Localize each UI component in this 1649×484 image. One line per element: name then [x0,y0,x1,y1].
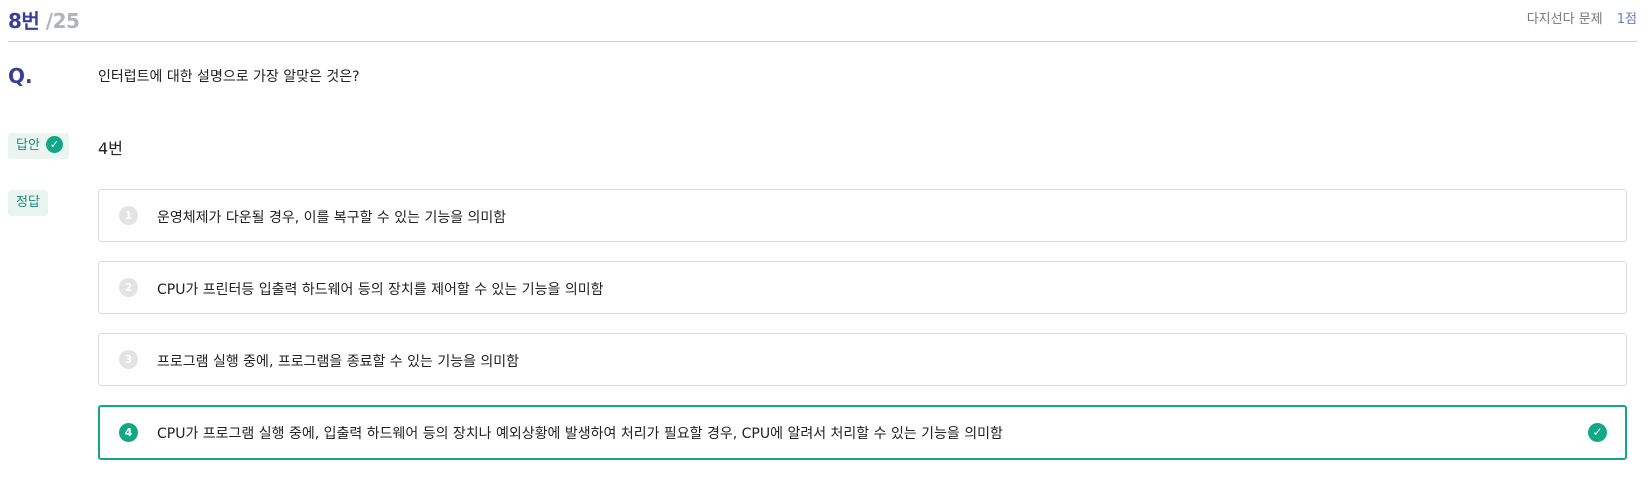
question-total: /25 [45,9,80,33]
submitted-answer-tag-label: 답안 [16,138,40,153]
choice-option-4[interactable]: 4 CPU가 프로그램 실행 중에, 입출력 하드웨어 등의 장치나 예외상황에… [98,405,1627,460]
choice-option-3[interactable]: 3 프로그램 실행 중에, 프로그램을 종료할 수 있는 기능을 의미함 [98,333,1627,386]
choice-number-badge: 2 [119,278,138,297]
choice-text: CPU가 프로그램 실행 중에, 입출력 하드웨어 등의 장치나 예외상황에 발… [157,426,1003,442]
choice-number-badge: 3 [119,350,138,369]
check-circle-icon: ✓ [45,136,63,153]
choice-option-2[interactable]: 2 CPU가 프린터등 입출력 하드웨어 등의 장치를 제어할 수 있는 기능을… [98,261,1627,314]
choice-number-badge: 1 [119,206,138,225]
question-label: Q. [8,64,33,88]
choice-number-badge: 4 [119,423,138,442]
question-current-number: 8번 [8,9,40,33]
choice-option-1[interactable]: 1 운영체제가 다운될 경우, 이를 복구할 수 있는 기능을 의미함 [98,189,1627,242]
choice-text: 프로그램 실행 중에, 프로그램을 종료할 수 있는 기능을 의미함 [157,354,520,370]
question-text: 인터럽트에 대한 설명으로 가장 알맞은 것은? [98,69,360,85]
question-points: 1점 [1616,12,1637,27]
check-circle-icon: ✓ [1588,423,1607,442]
question-header: 8번 /25 다지선다 문제 1점 [8,0,1637,42]
quiz-review-page: 8번 /25 다지선다 문제 1점 Q. 인터럽트에 대한 설명으로 가장 알맞… [0,0,1649,484]
correct-answer-tag: 정답 [8,190,48,216]
choice-text: CPU가 프린터등 입출력 하드웨어 등의 장치를 제어할 수 있는 기능을 의… [157,282,604,298]
question-meta: 다지선다 문제 1점 [1527,8,1637,27]
submitted-answer-tag: 답안 ✓ [8,133,69,159]
submitted-answer-value: 4번 [98,139,123,158]
question-number: 8번 /25 [8,5,80,34]
choice-text: 운영체제가 다운될 경우, 이를 복구할 수 있는 기능을 의미함 [157,210,507,226]
question-type: 다지선다 문제 [1526,12,1603,27]
